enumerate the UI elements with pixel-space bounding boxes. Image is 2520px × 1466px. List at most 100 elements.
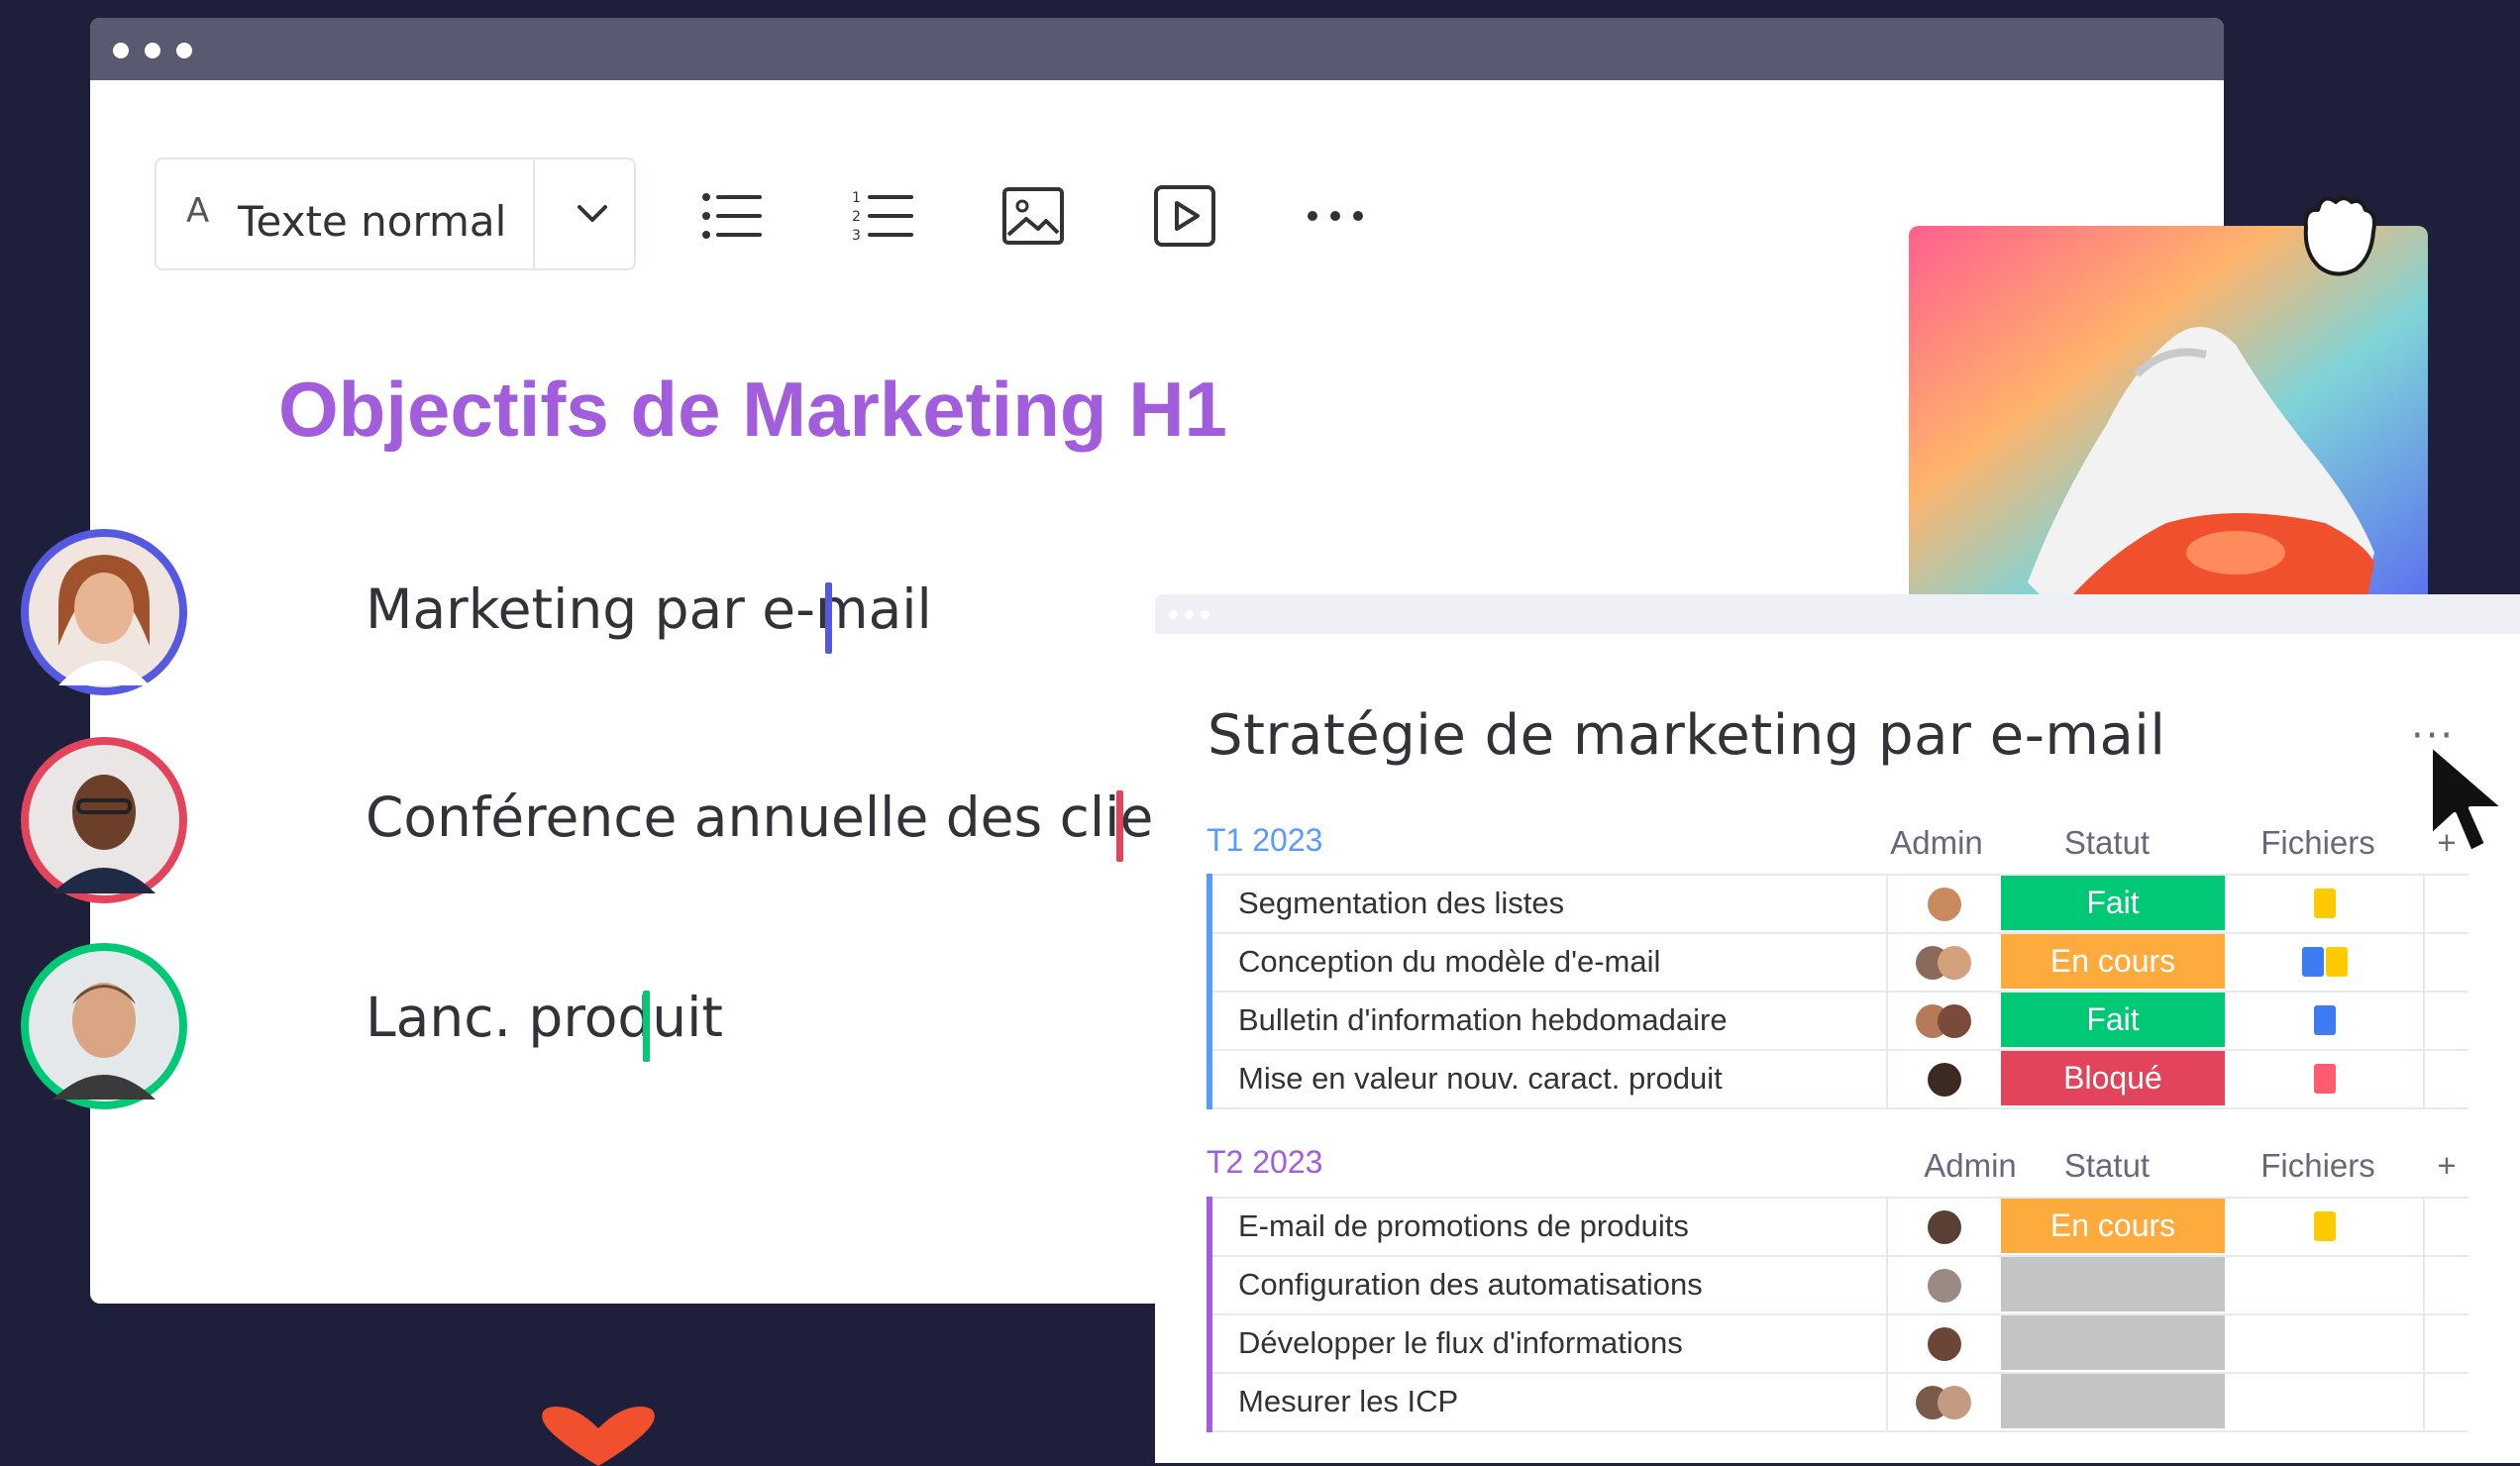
item-name[interactable]: Bulletin d'information hebdomadaire (1238, 1002, 1728, 1038)
more-dots-icon (1308, 211, 1363, 221)
window-dot[interactable] (1169, 610, 1178, 619)
admin-cell[interactable] (1886, 1315, 2001, 1372)
svg-text:1: 1 (852, 190, 861, 206)
page-heading[interactable]: Objectifs de Marketing H1 (278, 365, 1227, 455)
files-cell[interactable] (2225, 1315, 2425, 1372)
files-cell[interactable] (2225, 876, 2425, 932)
status-badge[interactable] (2001, 1315, 2225, 1370)
board-window: Stratégie de marketing par e-mail ··· T1… (1155, 594, 2520, 1463)
add-column-button[interactable]: + (2427, 1147, 2467, 1185)
window-dot[interactable] (1201, 610, 1209, 619)
board-title-bar (1155, 594, 2520, 634)
collab-cursor (825, 582, 832, 654)
status-badge[interactable]: En cours (2001, 1199, 2225, 1253)
collab-cursor (643, 991, 650, 1062)
admin-cell[interactable] (1886, 1257, 2001, 1313)
table-row[interactable]: Mesurer les ICP (1212, 1372, 2468, 1432)
item-name[interactable]: Segmentation des listes (1238, 886, 1564, 921)
board-title[interactable]: Stratégie de marketing par e-mail (1208, 703, 2165, 768)
file-icon (2302, 947, 2324, 977)
svg-text:2: 2 (852, 209, 861, 225)
bullet-list-button[interactable] (696, 181, 766, 251)
window-dot[interactable] (113, 43, 129, 58)
column-header-files[interactable]: Fichiers (2219, 824, 2417, 862)
admin-cell[interactable] (1886, 1051, 2001, 1107)
editor-line-launch[interactable]: Lanc. produit (366, 986, 723, 1049)
window-dot[interactable] (176, 43, 192, 58)
table-row[interactable]: Développer le flux d'informations (1212, 1313, 2468, 1372)
item-name[interactable]: Mesurer les ICP (1238, 1384, 1458, 1419)
column-header-admin[interactable]: Admin (1880, 824, 1993, 862)
avatar (1938, 1004, 1971, 1038)
files-cell[interactable] (2225, 1374, 2425, 1430)
table-row[interactable]: Bulletin d'information hebdomadaire Fait (1212, 991, 2468, 1049)
status-badge[interactable]: Fait (2001, 993, 2225, 1047)
column-header-status[interactable]: Statut (1995, 824, 2219, 862)
group-title-t2[interactable]: T2 2023 (1207, 1144, 1322, 1181)
text-style-dropdown[interactable]: A Texte normal (155, 157, 636, 270)
status-badge[interactable]: En cours (2001, 934, 2225, 989)
table-row[interactable]: E-mail de promotions de produits En cour… (1212, 1197, 2468, 1255)
avatar (1928, 888, 1961, 921)
a-letter-icon: A (186, 191, 210, 231)
column-header-status[interactable]: Statut (1995, 1147, 2219, 1185)
item-name[interactable]: E-mail de promotions de produits (1238, 1208, 1689, 1244)
file-icon (2314, 1064, 2336, 1094)
item-name[interactable]: Mise en valeur nouv. caract. produit (1238, 1061, 1723, 1097)
table-row[interactable]: Configuration des automatisations (1212, 1255, 2468, 1313)
avatar[interactable] (19, 527, 189, 697)
avatar[interactable] (19, 735, 189, 905)
admin-cell[interactable] (1886, 1374, 2001, 1430)
status-badge[interactable] (2001, 1374, 2225, 1428)
file-icon (2326, 947, 2348, 977)
admin-cell[interactable] (1886, 993, 2001, 1049)
item-name[interactable]: Développer le flux d'informations (1238, 1325, 1683, 1361)
heart-icon (542, 1407, 655, 1466)
numbered-list-button[interactable]: 1 2 3 (848, 181, 917, 251)
table-row[interactable]: Segmentation des listes Fait (1212, 874, 2468, 932)
avatar (1928, 1210, 1961, 1244)
file-icon (2314, 1005, 2336, 1035)
file-icon (2314, 1211, 2336, 1241)
item-name[interactable]: Conception du modèle d'e-mail (1238, 944, 1660, 980)
status-badge[interactable]: Bloqué (2001, 1051, 2225, 1105)
status-badge[interactable]: Fait (2001, 876, 2225, 930)
video-play-icon (1154, 185, 1215, 247)
column-header-files[interactable]: Fichiers (2219, 1147, 2417, 1185)
text-style-label: Texte normal (238, 197, 507, 246)
file-icon (2314, 889, 2336, 918)
files-cell[interactable] (2225, 934, 2425, 991)
bullet-list-icon (702, 193, 762, 239)
image-icon (1002, 187, 1064, 245)
item-name[interactable]: Configuration des automatisations (1238, 1267, 1703, 1303)
numbered-list-icon: 1 2 3 (852, 190, 913, 244)
svg-text:3: 3 (852, 228, 861, 244)
admin-cell[interactable] (1886, 1199, 2001, 1255)
files-cell[interactable] (2225, 1199, 2425, 1255)
editor-line-conference[interactable]: Conférence annuelle des clients (366, 785, 1237, 849)
insert-image-button[interactable] (998, 181, 1068, 251)
table-row[interactable]: Mise en valeur nouv. caract. produit Blo… (1212, 1049, 2468, 1109)
avatar[interactable] (19, 941, 189, 1111)
window-title-bar (90, 18, 2224, 80)
collab-cursor (1116, 790, 1123, 862)
more-options-button[interactable] (1301, 181, 1370, 251)
admin-cell[interactable] (1886, 876, 2001, 932)
insert-video-button[interactable] (1150, 181, 1219, 251)
grab-hand-icon (2303, 196, 2376, 276)
files-cell[interactable] (2225, 993, 2425, 1049)
dropdown-divider (533, 159, 535, 268)
chevron-down-icon[interactable] (568, 189, 617, 239)
admin-cell[interactable] (1886, 934, 2001, 991)
table-row[interactable]: Conception du modèle d'e-mail En cours (1212, 932, 2468, 991)
window-dot[interactable] (1185, 610, 1194, 619)
editor-line-email[interactable]: Marketing par e-mail (366, 577, 932, 641)
files-cell[interactable] (2225, 1051, 2425, 1107)
status-badge[interactable] (2001, 1257, 2225, 1311)
files-cell[interactable] (2225, 1257, 2425, 1313)
window-dot[interactable] (145, 43, 160, 58)
avatar (1938, 946, 1971, 980)
avatar (1928, 1269, 1961, 1303)
avatar (1938, 1386, 1971, 1419)
group-title-t1[interactable]: T1 2023 (1207, 822, 1322, 859)
